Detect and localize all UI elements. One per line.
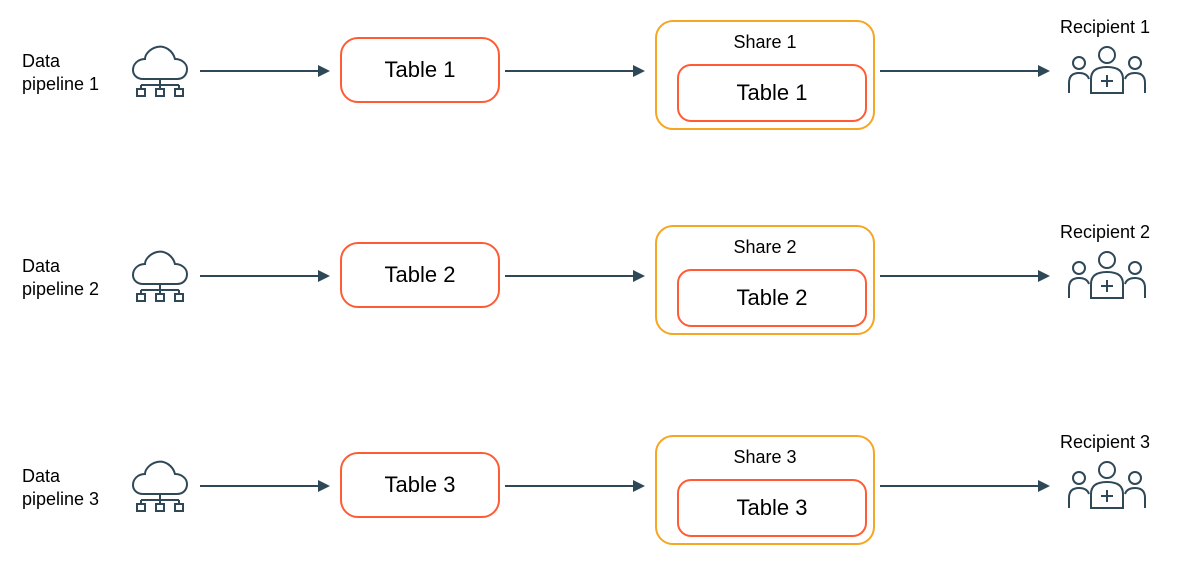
- flow-row-2: Data pipeline 2 Table 2 Share 2 Table 2 …: [0, 220, 1200, 340]
- share-inner-table-label: Table 2: [737, 285, 808, 311]
- flow-row-3: Data pipeline 3 Table 3 Share 3 Table 3 …: [0, 430, 1200, 550]
- share-box: Share 1 Table 1: [655, 20, 875, 130]
- share-inner-table: Table 1: [677, 64, 867, 122]
- table-box: Table 1: [340, 37, 500, 103]
- share-box: Share 2 Table 2: [655, 225, 875, 335]
- arrow-pipeline-to-table: [200, 485, 328, 487]
- share-label: Share 2: [657, 237, 873, 258]
- share-box: Share 3 Table 3: [655, 435, 875, 545]
- arrow-share-to-recipient: [880, 485, 1048, 487]
- recipients-group-icon: [1065, 248, 1150, 303]
- flow-row-1: Data pipeline 1 Table 1 Share 1 Table 1 …: [0, 15, 1200, 135]
- arrow-share-to-recipient: [880, 275, 1048, 277]
- recipients-group-icon: [1065, 43, 1150, 98]
- table-label: Table 2: [385, 262, 456, 288]
- arrow-share-to-recipient: [880, 70, 1048, 72]
- cloud-pipeline-icon: [125, 242, 195, 302]
- share-inner-table: Table 2: [677, 269, 867, 327]
- share-label: Share 3: [657, 447, 873, 468]
- recipient-label: Recipient 1: [1060, 17, 1150, 38]
- arrow-table-to-share: [505, 70, 643, 72]
- pipeline-label: Data pipeline 2: [22, 255, 99, 302]
- arrow-table-to-share: [505, 485, 643, 487]
- pipeline-label: Data pipeline 3: [22, 465, 99, 512]
- table-box: Table 3: [340, 452, 500, 518]
- share-label: Share 1: [657, 32, 873, 53]
- table-label: Table 1: [385, 57, 456, 83]
- cloud-pipeline-icon: [125, 37, 195, 97]
- recipient-label: Recipient 2: [1060, 222, 1150, 243]
- share-inner-table: Table 3: [677, 479, 867, 537]
- table-label: Table 3: [385, 472, 456, 498]
- share-inner-table-label: Table 3: [737, 495, 808, 521]
- share-inner-table-label: Table 1: [737, 80, 808, 106]
- recipients-group-icon: [1065, 458, 1150, 513]
- cloud-pipeline-icon: [125, 452, 195, 512]
- pipeline-label: Data pipeline 1: [22, 50, 99, 97]
- arrow-table-to-share: [505, 275, 643, 277]
- recipient-label: Recipient 3: [1060, 432, 1150, 453]
- arrow-pipeline-to-table: [200, 70, 328, 72]
- table-box: Table 2: [340, 242, 500, 308]
- arrow-pipeline-to-table: [200, 275, 328, 277]
